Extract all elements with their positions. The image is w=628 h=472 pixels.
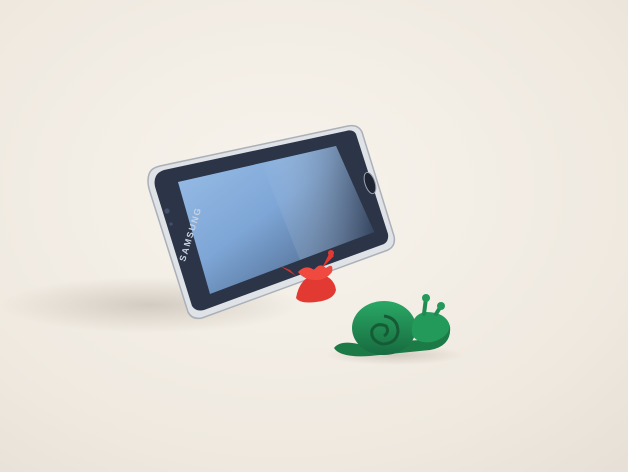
sensor-icon bbox=[169, 222, 173, 226]
antenna-tip-left bbox=[422, 294, 430, 302]
stand-horn-tip bbox=[328, 250, 334, 256]
snail-shell bbox=[352, 301, 416, 355]
photo-scene: SAMSUNG bbox=[0, 0, 628, 472]
antenna-tip-right bbox=[437, 302, 445, 310]
front-camera-icon bbox=[164, 208, 170, 214]
photo-canvas: SAMSUNG bbox=[0, 0, 628, 472]
